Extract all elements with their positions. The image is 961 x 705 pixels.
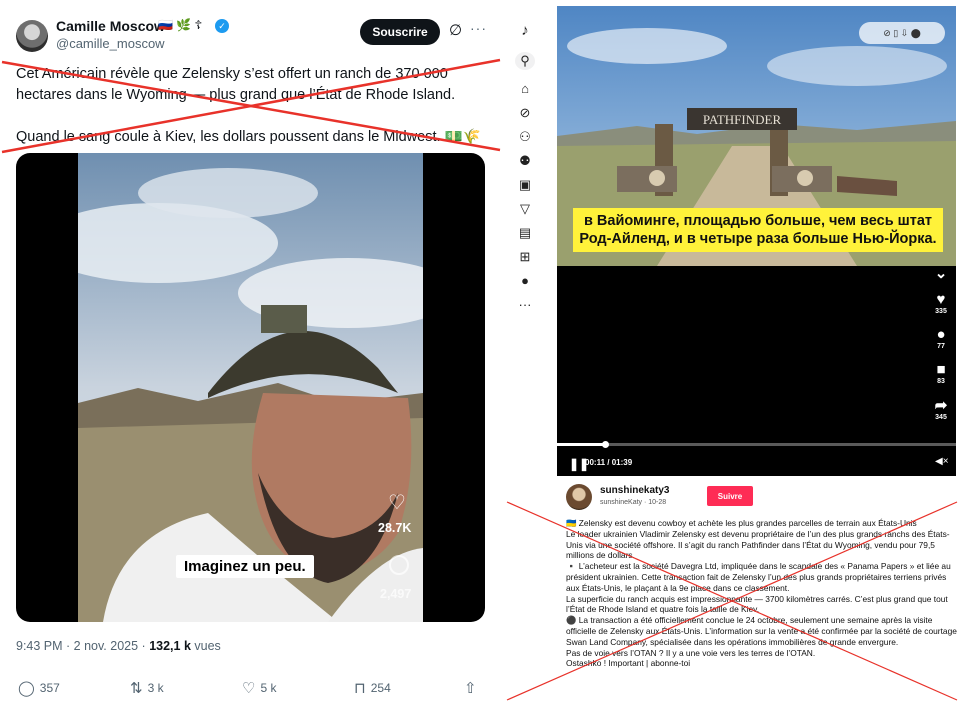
live-icon[interactable]: ▣ — [515, 176, 535, 194]
strike-cross-overlay — [506, 501, 958, 701]
bookmark-button[interactable]: ⊓ 254 — [354, 679, 391, 697]
tk-bookmarks-count: 83 — [937, 378, 945, 385]
more-options-icon[interactable]: ··· — [470, 20, 487, 36]
tweet-actions: ◯ 357 ⇅ 3 k ♡ 5 k ⊓ 254 ⇧ — [16, 679, 486, 699]
reply-icon: ◯ — [18, 680, 35, 697]
video-frame — [78, 153, 423, 622]
reply-count: 357 — [39, 681, 60, 695]
tiktok-panel: ♪ ⚲ ⌂ ⊘ ⚇ ⚉ ▣ ▽ ▤ ⊞ ● ··· PATHFINDER ⊘ ▯… — [505, 0, 961, 705]
gate-sign-text: PATHFINDER — [703, 112, 782, 127]
progress-handle[interactable] — [601, 441, 609, 448]
subscribe-button[interactable]: Souscrire — [360, 19, 440, 45]
video-heart-icon[interactable]: ♡ — [388, 490, 406, 515]
upload-icon[interactable]: ⊞ — [515, 248, 535, 266]
share-action[interactable]: ➦ 345 — [926, 396, 956, 421]
tweet-meta: 9:43 PM · 2 nov. 2025 · 132,1 k vues — [16, 639, 221, 653]
more-icon[interactable]: ··· — [515, 296, 535, 314]
russian-caption: в Вайоминге, площадью больше, чем весь ш… — [573, 208, 943, 252]
profile-icon[interactable]: ● — [515, 272, 535, 290]
repost-button[interactable]: ⇅ 3 k — [130, 679, 164, 697]
tk-shares-count: 345 — [935, 414, 947, 421]
repost-count: 3 k — [147, 681, 164, 695]
video-player[interactable]: Imaginez un peu. ♡ 28.7K 2,497 — [16, 153, 485, 622]
comment-icon: ● — [936, 326, 946, 343]
tiktok-logo-icon[interactable]: ♪ — [515, 22, 535, 40]
playback-time: 00:11 / 01:39 — [585, 458, 633, 467]
tk-likes-count: 335 — [935, 308, 947, 315]
bookmark-action[interactable]: ■ 83 — [926, 361, 956, 385]
video-caption: Imaginez un peu. — [176, 555, 314, 578]
like-count: 5 k — [260, 681, 277, 695]
tiktok-video-player[interactable]: PATHFINDER ⊘ ▯ ⇩ ⬤ в Вайоминге, площадью… — [557, 6, 956, 476]
display-name[interactable]: Camille Moscow — [56, 18, 165, 34]
video-comment-icon[interactable] — [389, 555, 409, 575]
heart-icon: ♡ — [242, 680, 256, 697]
views-label: vues — [190, 639, 221, 653]
friends-icon[interactable]: ⚉ — [515, 152, 535, 170]
name-emojis: 🇷🇺 🌿 ☦ — [158, 18, 203, 32]
bookmark-count: 254 — [370, 681, 391, 695]
progress-fill — [557, 443, 605, 446]
bookmark-icon: ■ — [936, 361, 946, 378]
video-likes-count: 28.7K — [378, 521, 412, 535]
user-handle[interactable]: @camille_moscow — [56, 36, 165, 51]
tweet-timestamp[interactable]: 9:43 PM · 2 nov. 2025 · — [16, 639, 149, 653]
grok-icon[interactable]: ∅ — [449, 21, 462, 39]
tk-comments-count: 77 — [937, 343, 945, 350]
activity-icon[interactable]: ▤ — [515, 224, 535, 242]
mute-icon[interactable]: ◀× — [935, 456, 949, 467]
verified-badge-icon: ✓ — [215, 19, 229, 33]
search-icon[interactable]: ⚲ — [515, 52, 535, 70]
bookmark-icon: ⊓ — [354, 680, 366, 697]
reply-button[interactable]: ◯ 357 — [18, 679, 60, 697]
like-action[interactable]: ♥ 335 — [926, 291, 956, 315]
share-button[interactable]: ⇧ — [464, 679, 477, 697]
comment-action[interactable]: ● 77 — [926, 326, 956, 350]
avatar[interactable] — [16, 20, 48, 52]
like-button[interactable]: ♡ 5 k — [242, 679, 276, 697]
views-count: 132,1 k — [149, 639, 191, 653]
repost-icon: ⇅ — [130, 680, 143, 697]
share-icon: ⇧ — [464, 680, 477, 697]
tweet-panel: Camille Moscow 🇷🇺 🌿 ☦ ✓ @camille_moscow … — [0, 0, 505, 705]
messages-icon[interactable]: ▽ — [515, 200, 535, 218]
strike-cross-overlay — [1, 58, 501, 154]
player-controls-pill[interactable]: ⊘ ▯ ⇩ ⬤ — [859, 22, 945, 44]
chevron-down-icon[interactable]: ⌄ — [926, 264, 956, 282]
progress-bar[interactable] — [557, 441, 956, 448]
explore-icon[interactable]: ⊘ — [515, 104, 535, 122]
heart-icon: ♥ — [936, 291, 946, 308]
following-icon[interactable]: ⚇ — [515, 128, 535, 146]
home-icon[interactable]: ⌂ — [515, 80, 535, 98]
share-icon: ➦ — [934, 397, 948, 414]
video-comments-count: 2,497 — [380, 587, 412, 601]
